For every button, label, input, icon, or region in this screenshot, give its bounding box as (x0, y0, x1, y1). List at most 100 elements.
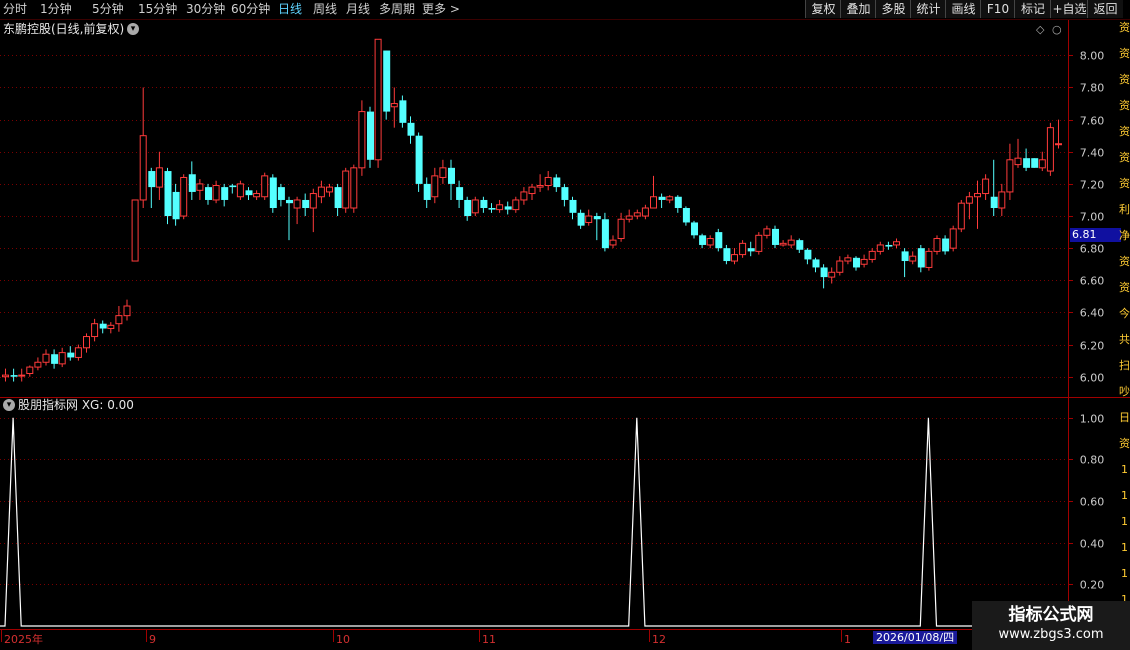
candle-body (374, 38, 382, 161)
candle-body (10, 375, 18, 377)
candle-body (561, 187, 569, 200)
indicator-toggle-icon[interactable]: ▾ (3, 399, 15, 411)
period-tab-2[interactable]: 5分钟 (92, 2, 124, 17)
right-strip-char: 资 (1119, 151, 1130, 164)
period-tab-3[interactable]: 15分钟 (138, 2, 177, 17)
candle-body (18, 374, 26, 377)
candle-body (520, 191, 528, 201)
toolbar-button-7[interactable]: +自选 (1050, 0, 1088, 18)
month-label: 9 (149, 633, 156, 646)
right-strip-char: 1 (1121, 489, 1128, 502)
period-tab-0[interactable]: 分时 (3, 2, 27, 17)
candle-body (480, 199, 488, 208)
month-label: 1 (844, 633, 851, 646)
candle-body (723, 248, 731, 262)
right-strip-char: 资 (1119, 255, 1130, 268)
month-label: 12 (652, 633, 666, 646)
period-tab-6[interactable]: 日线 (278, 2, 302, 17)
toolbar-button-5[interactable]: F10 (980, 0, 1015, 18)
candle-body (699, 235, 707, 245)
period-tab-7[interactable]: 周线 (313, 2, 337, 17)
candle-body (34, 361, 42, 368)
right-strip-char: 今 (1119, 307, 1130, 320)
toolbar-button-0[interactable]: 复权 (805, 0, 841, 18)
price-chart[interactable]: 6.00 6.20 6.40 6.60 6.80 7.00 7.20 7.40 7.60 7.80… (0, 20, 1130, 398)
period-tab-10[interactable]: 更多 > (422, 2, 460, 17)
candle-body (399, 100, 407, 123)
candle-body (853, 257, 860, 268)
candle-body (58, 352, 66, 365)
y-tick-label: 7.80 (1080, 82, 1105, 95)
toolbar-button-1[interactable]: 叠加 (840, 0, 876, 18)
candle-body (390, 103, 398, 108)
candle-body (131, 199, 139, 262)
candle-body (844, 257, 852, 262)
crosshair-date-tag: 2026/01/08/四 (873, 631, 958, 644)
current-price-tag: 6.81 (1070, 228, 1121, 242)
right-strip-char: 资 (1119, 125, 1130, 138)
candle-body (553, 177, 561, 188)
candle-body (212, 185, 220, 201)
candle-body (164, 171, 172, 217)
candle-body (812, 259, 820, 268)
candle-body (253, 193, 261, 198)
candle-body (528, 186, 536, 195)
diamond-icon[interactable]: ◇ (1036, 23, 1044, 37)
toolbar-button-2[interactable]: 多股 (875, 0, 911, 18)
period-tab-1[interactable]: 1分钟 (40, 2, 72, 17)
toolbar-button-4[interactable]: 画线 (945, 0, 981, 18)
candle-body (139, 135, 147, 201)
watermark: 指标公式网 www.zbgs3.com (972, 601, 1130, 650)
period-tab-5[interactable]: 60分钟 (231, 2, 270, 17)
y-tick-label: 6.40 (1080, 307, 1105, 320)
candle-body (456, 187, 464, 200)
candle-body (536, 185, 544, 188)
candle-body (245, 190, 253, 196)
candle-body (836, 260, 844, 273)
y-tick-label: 0.80 (1080, 454, 1105, 467)
indicator-chart[interactable]: 0.20 0.40 0.60 0.80 1.00 (0, 397, 1130, 629)
period-tab-9[interactable]: 多周期 (379, 2, 415, 17)
period-tab-4[interactable]: 30分钟 (186, 2, 225, 17)
right-strip-char: 资 (1119, 437, 1130, 450)
right-strip-char: 1 (1121, 541, 1128, 554)
candle-body (2, 374, 9, 378)
candle-body (423, 183, 431, 200)
y-tick-label: 6.60 (1080, 275, 1105, 288)
candle-body (342, 170, 350, 209)
y-tick-label: 6.20 (1080, 340, 1105, 353)
candle-body (367, 111, 374, 160)
candle-body (544, 176, 552, 187)
candle-body (998, 191, 1006, 209)
candle-body (901, 251, 909, 262)
candle-body (51, 354, 59, 364)
candle-body (674, 196, 682, 208)
candle-body (172, 191, 180, 220)
toolbar-button-3[interactable]: 统计 (910, 0, 946, 18)
candle-body (317, 186, 325, 198)
toolbar-button-6[interactable]: 标记 (1014, 0, 1051, 18)
candle-body (820, 267, 828, 278)
right-info-strip: 资资资资资资资利净资资今共扫吵日资111111 (1119, 20, 1130, 630)
right-strip-char: 1 (1121, 463, 1128, 476)
chevron-down-icon[interactable]: ▾ (127, 23, 139, 35)
watermark-title: 指标公式网 (1008, 605, 1094, 625)
candle-body (205, 187, 212, 200)
period-tab-8[interactable]: 月线 (346, 2, 370, 17)
candle-body (763, 228, 771, 236)
candle-body (448, 167, 455, 184)
candle-body (957, 202, 965, 230)
stock-title[interactable]: 东鹏控股(日线,前复权) (3, 22, 124, 36)
candle-body (925, 250, 933, 268)
indicator-title[interactable]: 股朋指标网 XG: 0.00 (18, 398, 134, 412)
candle-body (682, 208, 690, 223)
candle-body (334, 187, 342, 208)
candle-body (286, 199, 293, 204)
candle-body (115, 315, 123, 325)
circle-icon[interactable]: ○ (1052, 23, 1062, 37)
candle-body (739, 242, 747, 256)
candle-body (1038, 159, 1046, 169)
y-tick-label: 0.40 (1080, 538, 1105, 551)
toolbar-button-8[interactable]: 返回 (1087, 0, 1123, 18)
candle-body (326, 186, 333, 193)
